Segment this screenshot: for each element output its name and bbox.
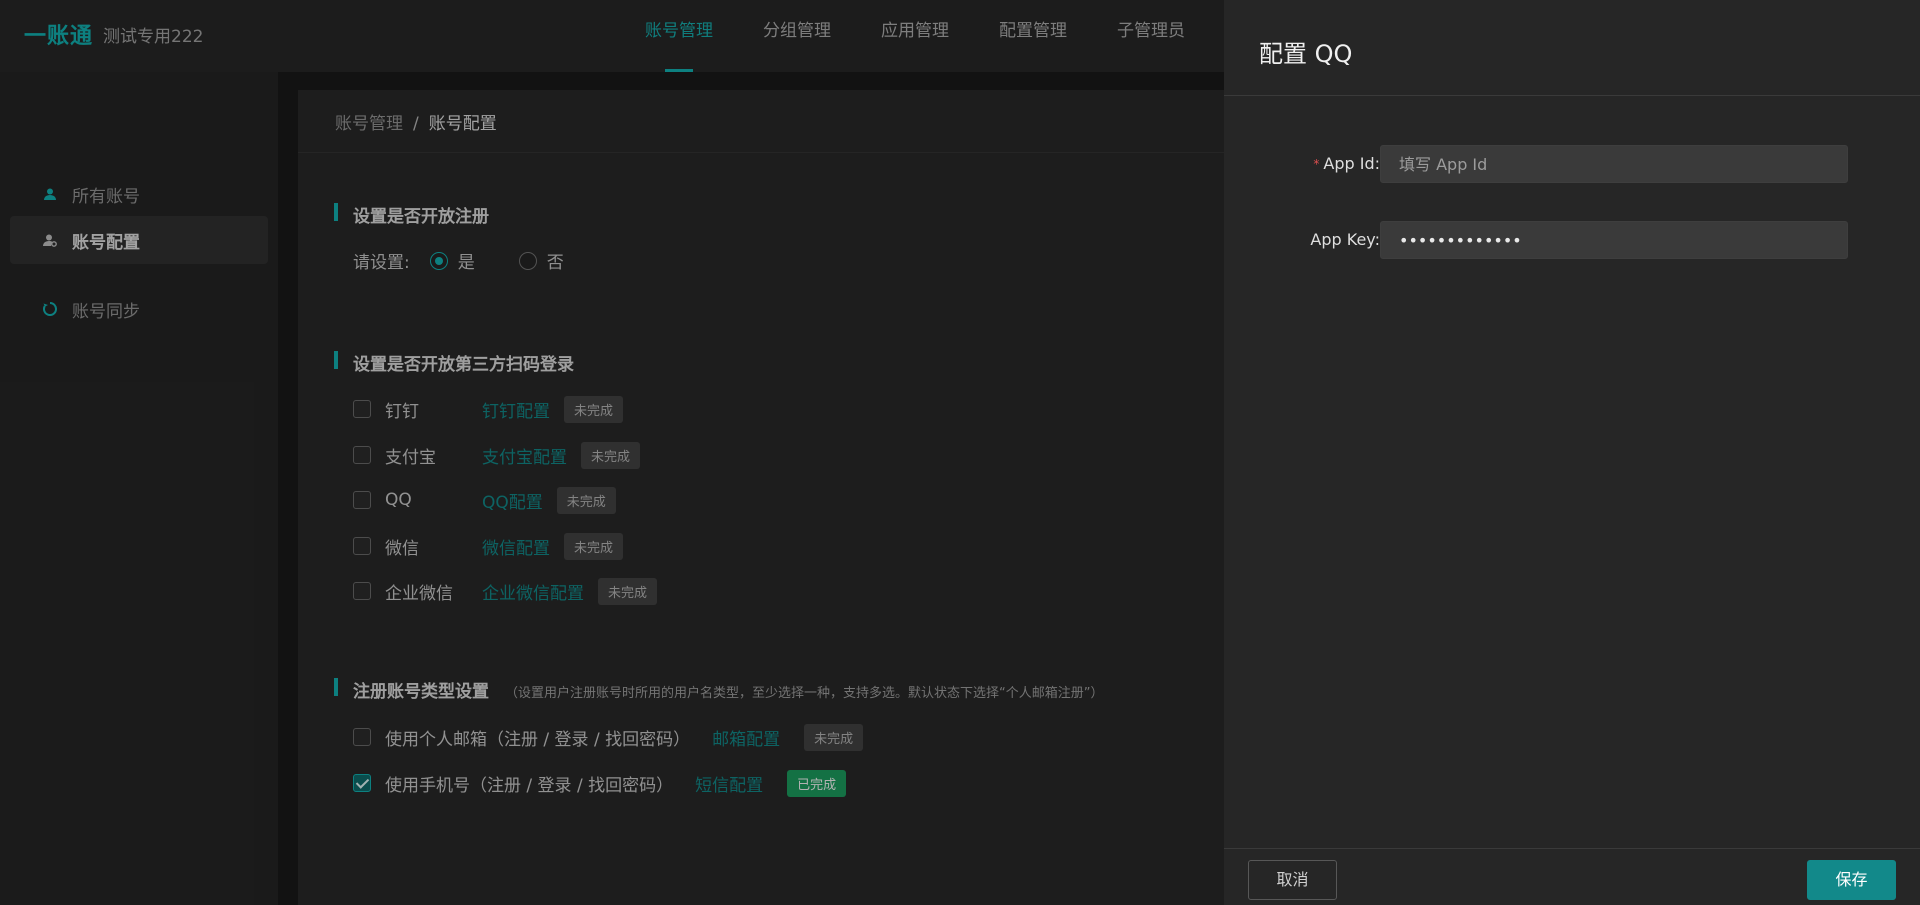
app-id-label: * App Id:	[1313, 145, 1380, 183]
required-mark: *	[1313, 157, 1320, 171]
save-button[interactable]: 保存	[1807, 860, 1896, 900]
drawer-footer: 取消 保存	[1224, 848, 1920, 905]
app-id-input[interactable]	[1380, 145, 1848, 183]
app-id-label-text: App Id:	[1323, 154, 1380, 173]
cancel-button[interactable]: 取消	[1248, 860, 1337, 900]
drawer-title: 配置 QQ	[1259, 40, 1353, 68]
form-row-app-key: App Key:	[1224, 221, 1920, 259]
modal-overlay[interactable]	[0, 0, 1224, 905]
config-qq-drawer: 配置 QQ *App Id: App Key: 取消 保存	[1224, 0, 1920, 905]
app-key-label: App Key:	[1310, 230, 1380, 249]
form-row-app-id: * App Id:	[1224, 145, 1920, 183]
drawer-header: 配置 QQ	[1224, 0, 1920, 96]
app-key-input[interactable]	[1380, 221, 1848, 259]
